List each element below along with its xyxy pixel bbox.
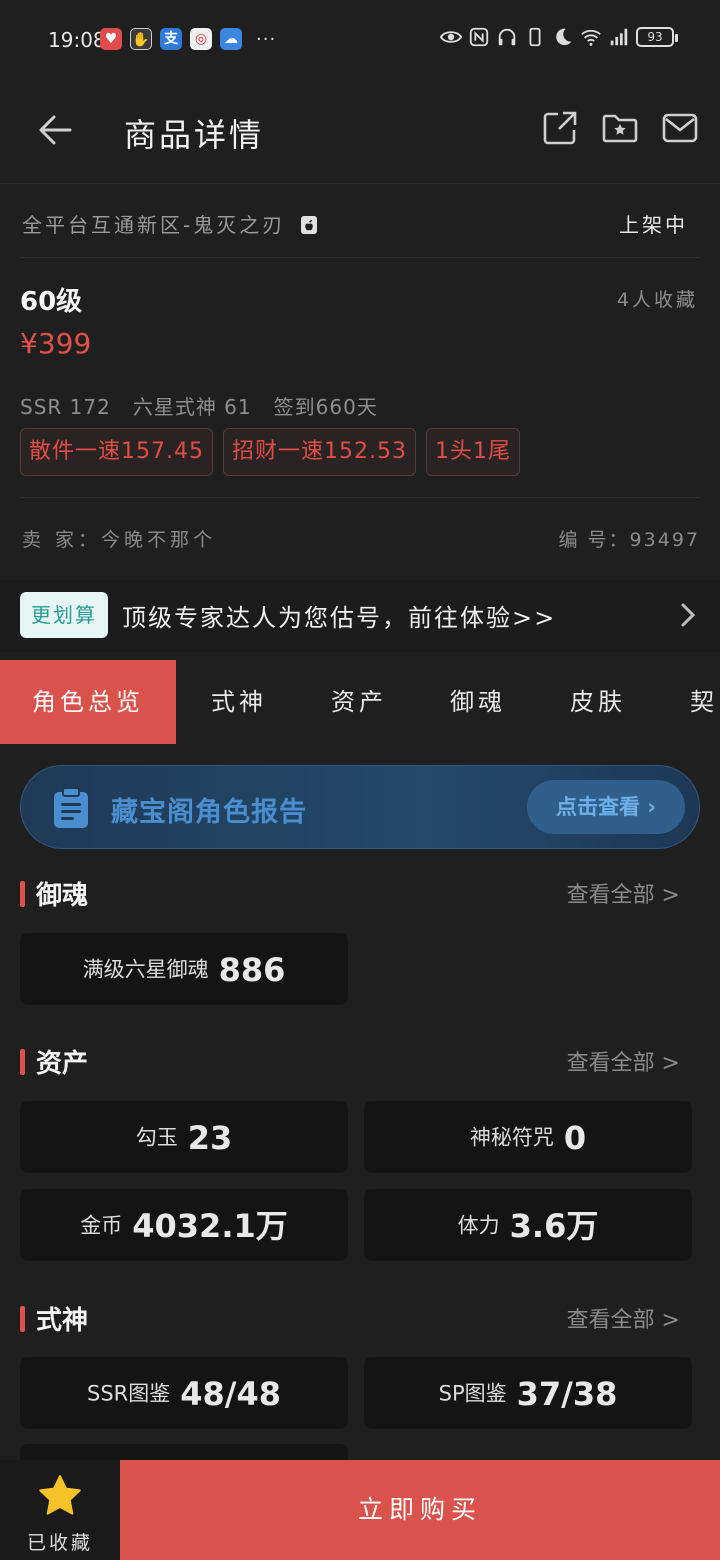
stat-label: SP图鉴: [438, 1381, 507, 1406]
view-all-shikigami-link[interactable]: 查看全部 >: [567, 1302, 680, 1334]
status-time: 19:08: [48, 28, 106, 52]
signal-icon: [610, 28, 628, 46]
stat-card: SSR图鉴 48/48: [20, 1357, 348, 1429]
notification-icons: ♥ ✋ 支 ◎ ☁ ···: [100, 28, 276, 50]
stat-card: 体力 3.6万: [364, 1189, 692, 1261]
tab-contract[interactable]: 契: [690, 660, 718, 744]
view-all-assets-link[interactable]: 查看全部 >: [567, 1045, 680, 1077]
section-accent-bar: [20, 881, 25, 907]
eye-icon: [440, 31, 462, 43]
moon-icon: [556, 28, 572, 46]
seller-name[interactable]: 卖 家：今晚不那个: [22, 525, 216, 552]
stat-value: 37/38: [516, 1374, 618, 1413]
buy-now-button[interactable]: 立即购买: [120, 1460, 720, 1560]
camera-app-icon: ◎: [190, 28, 212, 50]
more-notifications-icon: ···: [256, 28, 277, 50]
promo-text: 顶级专家达人为您估号，前往体验>>: [122, 604, 557, 632]
page-title: 商品详情: [124, 116, 265, 154]
section-header-assets: 资产 查看全部 >: [20, 1043, 700, 1079]
view-all-yuhun-link[interactable]: 查看全部 >: [567, 877, 680, 909]
stat-value: 0: [563, 1118, 587, 1157]
promo-badge: 更划算: [20, 592, 108, 638]
stats-row: SSR 172 六星式神 61 签到660天: [20, 391, 400, 420]
product-info: 全平台互通新区-鬼灭之刃 上架中 60级 4人收藏 ¥399 SSR 172 六星…: [0, 185, 720, 570]
report-title: 藏宝阁角色报告: [111, 797, 307, 828]
section-accent-bar: [20, 1049, 25, 1075]
stat-label: 体力: [457, 1213, 500, 1238]
section-title: 资产: [36, 1049, 89, 1079]
valuation-promo-banner[interactable]: 更划算 顶级专家达人为您估号，前往体验>>: [0, 580, 720, 652]
share-icon[interactable]: [542, 110, 578, 146]
wifi-icon: [581, 29, 601, 46]
apple-icon: [300, 216, 317, 234]
level-label: 60级: [20, 287, 83, 317]
stat-label: SSR图鉴: [86, 1381, 171, 1406]
cloud-app-icon: ☁: [220, 28, 242, 50]
favorite-label: 已收藏: [26, 1532, 93, 1554]
stat-card-partial: [20, 1444, 348, 1460]
stat-value: 48/48: [180, 1374, 281, 1413]
bottom-action-bar: 已收藏 立即购买: [0, 1460, 720, 1560]
role-report-banner[interactable]: 藏宝阁角色报告 点击查看 ›: [20, 765, 700, 849]
tag-item: 招财一速152.53: [222, 428, 416, 476]
stat-label: 勾玉: [135, 1125, 178, 1150]
stat-six-star: 六星式神 61: [132, 395, 252, 419]
stat-value: 3.6万: [509, 1206, 599, 1245]
alipay-icon: 支: [160, 28, 182, 50]
favorite-button[interactable]: 已收藏: [0, 1460, 120, 1560]
tab-overview[interactable]: 角色总览: [0, 660, 176, 744]
tab-yuhun[interactable]: 御魂: [450, 660, 506, 744]
system-icons: 93: [440, 26, 678, 48]
status-bar: 19:08 ♥ ✋ 支 ◎ ☁ ··· 93: [0, 0, 720, 80]
stat-label: 神秘符咒: [469, 1125, 554, 1150]
category-tabs: 角色总览 式神 资产 御魂 皮肤 契: [0, 660, 720, 744]
divider: [20, 257, 700, 258]
tab-shikigami[interactable]: 式神: [211, 660, 267, 744]
stat-value: 4032.1万: [132, 1206, 288, 1245]
folder-star-icon[interactable]: [602, 110, 638, 146]
favorite-count: 4人收藏: [616, 289, 698, 311]
stat-value: 886: [218, 950, 286, 989]
server-label: 全平台互通新区-鬼灭之刃: [22, 213, 286, 237]
section-accent-bar: [20, 1306, 25, 1332]
nfc-icon: [469, 27, 489, 47]
price: ¥399: [20, 327, 92, 360]
stat-label: 金币: [80, 1213, 123, 1238]
stat-ssr: SSR 172: [20, 395, 111, 419]
section-header-yuhun: 御魂 查看全部 >: [20, 875, 700, 911]
star-icon: [39, 1475, 81, 1515]
battery-indicator: 93: [636, 27, 678, 47]
stat-label: 满级六星御魂: [82, 957, 209, 982]
server-name: 全平台互通新区-鬼灭之刃: [22, 209, 317, 238]
section-title: 御魂: [36, 881, 89, 911]
vibrate-icon: [529, 27, 541, 47]
page-header: 商品详情: [0, 80, 720, 184]
stat-card: SP图鉴 37/38: [364, 1357, 692, 1429]
section-header-shikigami: 式神 查看全部 >: [20, 1300, 700, 1336]
back-arrow-icon[interactable]: [36, 110, 76, 150]
section-title: 式神: [36, 1306, 89, 1336]
divider: [20, 497, 700, 498]
stat-card: 满级六星御魂 886: [20, 933, 348, 1005]
stat-value: 23: [187, 1118, 233, 1157]
highlight-tags: 散件一速157.45 招财一速152.53 1头1尾: [20, 428, 520, 476]
mail-icon[interactable]: [662, 110, 698, 146]
stat-card: 金币 4032.1万: [20, 1189, 348, 1261]
hand-app-icon: ✋: [130, 28, 152, 50]
clipboard-icon: [54, 787, 88, 828]
tab-skins[interactable]: 皮肤: [570, 660, 626, 744]
tag-item: 散件一速157.45: [20, 428, 213, 476]
tag-item: 1头1尾: [425, 428, 520, 476]
stat-card: 神秘符咒 0: [364, 1101, 692, 1173]
stat-card: 勾玉 23: [20, 1101, 348, 1173]
tab-assets[interactable]: 资产: [331, 660, 387, 744]
view-report-button[interactable]: 点击查看 ›: [527, 780, 685, 834]
listing-status: 上架中: [619, 213, 688, 237]
chevron-right-icon: [681, 603, 696, 627]
stat-checkin: 签到660天: [273, 395, 378, 419]
health-app-icon: ♥: [100, 28, 122, 50]
headphones-icon: [498, 28, 516, 46]
serial-number: 编 号：93497: [558, 529, 700, 551]
